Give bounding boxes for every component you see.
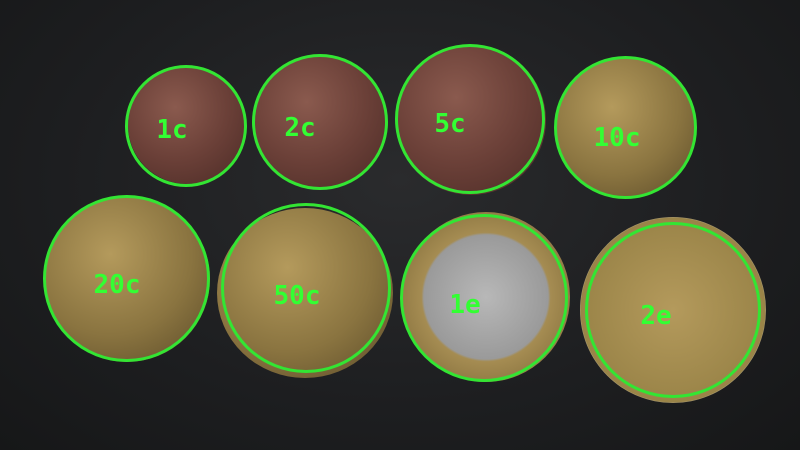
detection-circle <box>585 222 761 398</box>
coin-label: 2c <box>284 113 316 143</box>
coin-label: 2e <box>640 301 672 331</box>
detection-circle <box>252 54 388 190</box>
coin-label: 50c <box>273 281 321 311</box>
detection-circle <box>400 214 568 382</box>
coin-label: 1c <box>156 115 188 145</box>
detection-circle <box>395 44 545 194</box>
coin-label: 20c <box>93 270 141 300</box>
coin-label: 5c <box>434 109 466 139</box>
coin-label: 1e <box>449 290 481 320</box>
coin-label: 10c <box>593 123 641 153</box>
